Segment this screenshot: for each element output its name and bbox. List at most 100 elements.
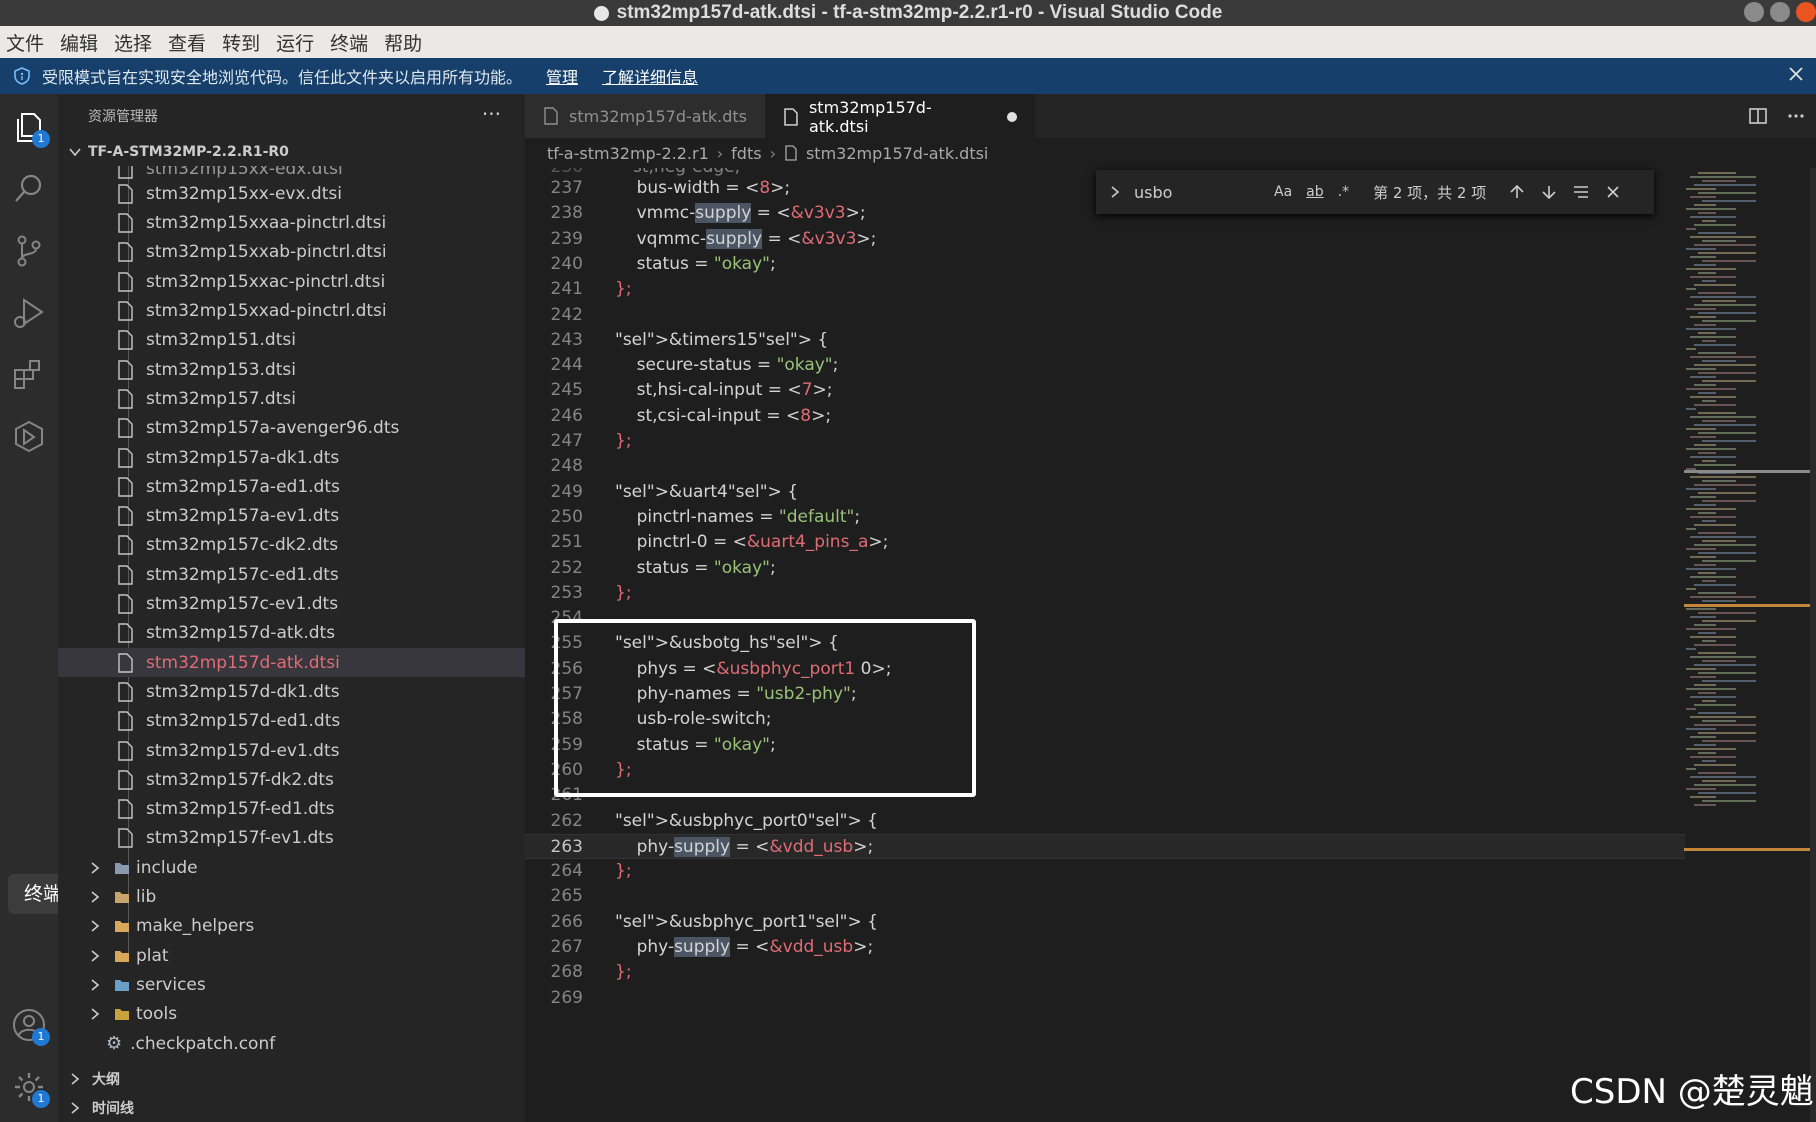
code-line[interactable]: 241};	[525, 277, 1685, 302]
code-line[interactable]: 245 st,hsi-cal-input = <7>;	[525, 378, 1685, 403]
code-line[interactable]: 262 "sel">&usbphyc_port0"sel"> {	[525, 809, 1685, 834]
folder-item[interactable]: make_helpers	[58, 912, 525, 941]
code-line[interactable]: 246 st,csi-cal-input = <8>;	[525, 404, 1685, 429]
code-line[interactable]: 265	[525, 884, 1685, 909]
file-item[interactable]: stm32mp153.dtsi	[58, 355, 525, 384]
remote-explorer-button[interactable]	[10, 418, 48, 456]
learn-more-link[interactable]: 了解详细信息	[602, 64, 698, 88]
breadcrumb-item[interactable]: stm32mp157d-atk.dtsi	[806, 144, 988, 163]
code-line[interactable]: 264};	[525, 859, 1685, 884]
file-item[interactable]: stm32mp15xxaa-pinctrl.dtsi	[58, 209, 525, 238]
folder-item[interactable]: plat	[58, 941, 525, 970]
source-control-button[interactable]	[10, 232, 48, 270]
timeline-section[interactable]: 时间线	[58, 1093, 525, 1122]
code-line[interactable]: 244 secure-status = "okay";	[525, 353, 1685, 378]
file-item[interactable]: stm32mp157f-dk2.dts	[58, 765, 525, 794]
menu-selection[interactable]: 选择	[114, 29, 152, 56]
code-line[interactable]: 250 pinctrl-names = "default";	[525, 505, 1685, 530]
file-item[interactable]: stm32mp15xxab-pinctrl.dtsi	[58, 238, 525, 267]
menu-terminal[interactable]: 终端	[330, 29, 368, 56]
manage-link[interactable]: 管理	[546, 64, 578, 88]
regex-toggle[interactable]: .*	[1338, 184, 1349, 200]
chevron-right-icon[interactable]	[1108, 185, 1122, 199]
code-line[interactable]: 242	[525, 303, 1685, 328]
file-item[interactable]: stm32mp15xxad-pinctrl.dtsi	[58, 297, 525, 326]
code-line[interactable]: 240 status = "okay";	[525, 252, 1685, 277]
breadcrumb-item[interactable]: fdts	[731, 144, 761, 163]
file-item[interactable]: stm32mp157d-atk.dts	[58, 619, 525, 648]
find-input[interactable]: usbo	[1134, 183, 1274, 202]
tab-stm32mp157d-atk-dts[interactable]: stm32mp157d-atk.dts	[525, 94, 765, 138]
menu-edit[interactable]: 编辑	[60, 29, 98, 56]
code-line[interactable]: 267 phy-supply = <&vdd_usb>;	[525, 935, 1685, 960]
arrow-down-icon[interactable]	[1540, 183, 1558, 201]
arrow-up-icon[interactable]	[1508, 183, 1526, 201]
vertical-scrollbar[interactable]	[1810, 168, 1816, 1122]
search-button[interactable]	[10, 170, 48, 208]
accounts-button[interactable]: 1	[10, 1006, 50, 1046]
file-item[interactable]: stm32mp157f-ev1.dts	[58, 824, 525, 853]
run-debug-button[interactable]	[10, 294, 48, 332]
file-item[interactable]: stm32mp157f-ed1.dts	[58, 795, 525, 824]
file-item[interactable]: stm32mp157.dtsi	[58, 384, 525, 413]
settings-button[interactable]: 1	[10, 1068, 50, 1108]
menu-run[interactable]: 运行	[276, 29, 314, 56]
close-icon[interactable]	[1786, 64, 1806, 84]
code-line[interactable]: 263 phy-supply = <&vdd_usb>;	[525, 833, 1685, 860]
tab-stm32mp157d-atk-dtsi[interactable]: stm32mp157d-atk.dtsi	[765, 94, 1035, 138]
minimize-button[interactable]	[1744, 2, 1764, 22]
code-line[interactable]: 243 "sel">&timers15"sel"> {	[525, 328, 1685, 353]
file-item[interactable]: stm32mp157a-ed1.dts	[58, 472, 525, 501]
file-item[interactable]: stm32mp157d-dk1.dts	[58, 677, 525, 706]
file-item[interactable]: stm32mp157d-atk.dtsi	[58, 648, 525, 678]
unsaved-dot-icon[interactable]	[1007, 112, 1017, 122]
breadcrumb-item[interactable]: tf-a-stm32mp-2.2.r1	[547, 144, 709, 163]
code-line[interactable]: 251 pinctrl-0 = <&uart4_pins_a>;	[525, 530, 1685, 555]
menu-go[interactable]: 转到	[222, 29, 260, 56]
file-item[interactable]: stm32mp157c-ev1.dts	[58, 590, 525, 619]
file-item[interactable]: stm32mp157d-ev1.dts	[58, 736, 525, 765]
outline-section[interactable]: 大纲	[58, 1064, 525, 1093]
file-item[interactable]: stm32mp15xxac-pinctrl.dtsi	[58, 267, 525, 296]
code-line[interactable]: 248	[525, 454, 1685, 479]
minimap[interactable]	[1684, 168, 1810, 1122]
code-line[interactable]: 249 "sel">&uart4"sel"> {	[525, 480, 1685, 505]
folder-item[interactable]: lib	[58, 883, 525, 912]
code-line[interactable]: 252 status = "okay";	[525, 556, 1685, 581]
code-line[interactable]: 268};	[525, 960, 1685, 985]
file-item[interactable]: stm32mp157d-ed1.dts	[58, 707, 525, 736]
more-actions-button[interactable]: ···	[482, 102, 501, 126]
file-item[interactable]: stm32mp157c-dk2.dts	[58, 531, 525, 560]
file-item[interactable]: stm32mp157a-dk1.dts	[58, 443, 525, 472]
code-line[interactable]: 266 "sel">&usbphyc_port1"sel"> {	[525, 910, 1685, 935]
explorer-button[interactable]: 1	[10, 108, 50, 148]
code-line[interactable]: 269	[525, 986, 1685, 1011]
find-in-selection-icon[interactable]	[1572, 183, 1590, 201]
file-item[interactable]: stm32mp151.dtsi	[58, 326, 525, 355]
split-editor-icon[interactable]	[1748, 106, 1768, 126]
code-line[interactable]: 239 vqmmc-supply = <&v3v3>;	[525, 227, 1685, 252]
whole-word-toggle[interactable]: ab	[1306, 184, 1323, 200]
close-icon[interactable]	[1604, 183, 1622, 201]
file-item[interactable]: stm32mp15xx-evx.dtsi	[58, 179, 525, 208]
workspace-root[interactable]: TF-A-STM32MP-2.2.R1-R0	[58, 138, 525, 166]
folder-item[interactable]: tools	[58, 1000, 525, 1029]
menu-help[interactable]: 帮助	[384, 29, 422, 56]
menu-file[interactable]: 文件	[6, 29, 44, 56]
line-number: 269	[550, 987, 583, 1008]
menu-view[interactable]: 查看	[168, 29, 206, 56]
file-item[interactable]: stm32mp157a-avenger96.dts	[58, 414, 525, 443]
maximize-button[interactable]	[1770, 2, 1790, 22]
code-line[interactable]: 247};	[525, 429, 1685, 454]
more-icon[interactable]	[1786, 106, 1806, 126]
extensions-button[interactable]	[10, 356, 48, 394]
match-case-toggle[interactable]: Aa	[1274, 184, 1292, 200]
file-item[interactable]: stm32mp157a-ev1.dts	[58, 502, 525, 531]
file-item[interactable]: ⚙ .checkpatch.conf	[58, 1029, 525, 1058]
code-line[interactable]: 253};	[525, 581, 1685, 606]
close-window-button[interactable]	[1796, 2, 1816, 22]
folder-item[interactable]: services	[58, 970, 525, 999]
folder-item[interactable]: include	[58, 853, 525, 882]
restricted-mode-banner: 受限模式旨在实现安全地浏览代码。信任此文件夹以启用所有功能。 管理 了解详细信息	[0, 58, 1816, 94]
file-item[interactable]: stm32mp157c-ed1.dts	[58, 560, 525, 589]
